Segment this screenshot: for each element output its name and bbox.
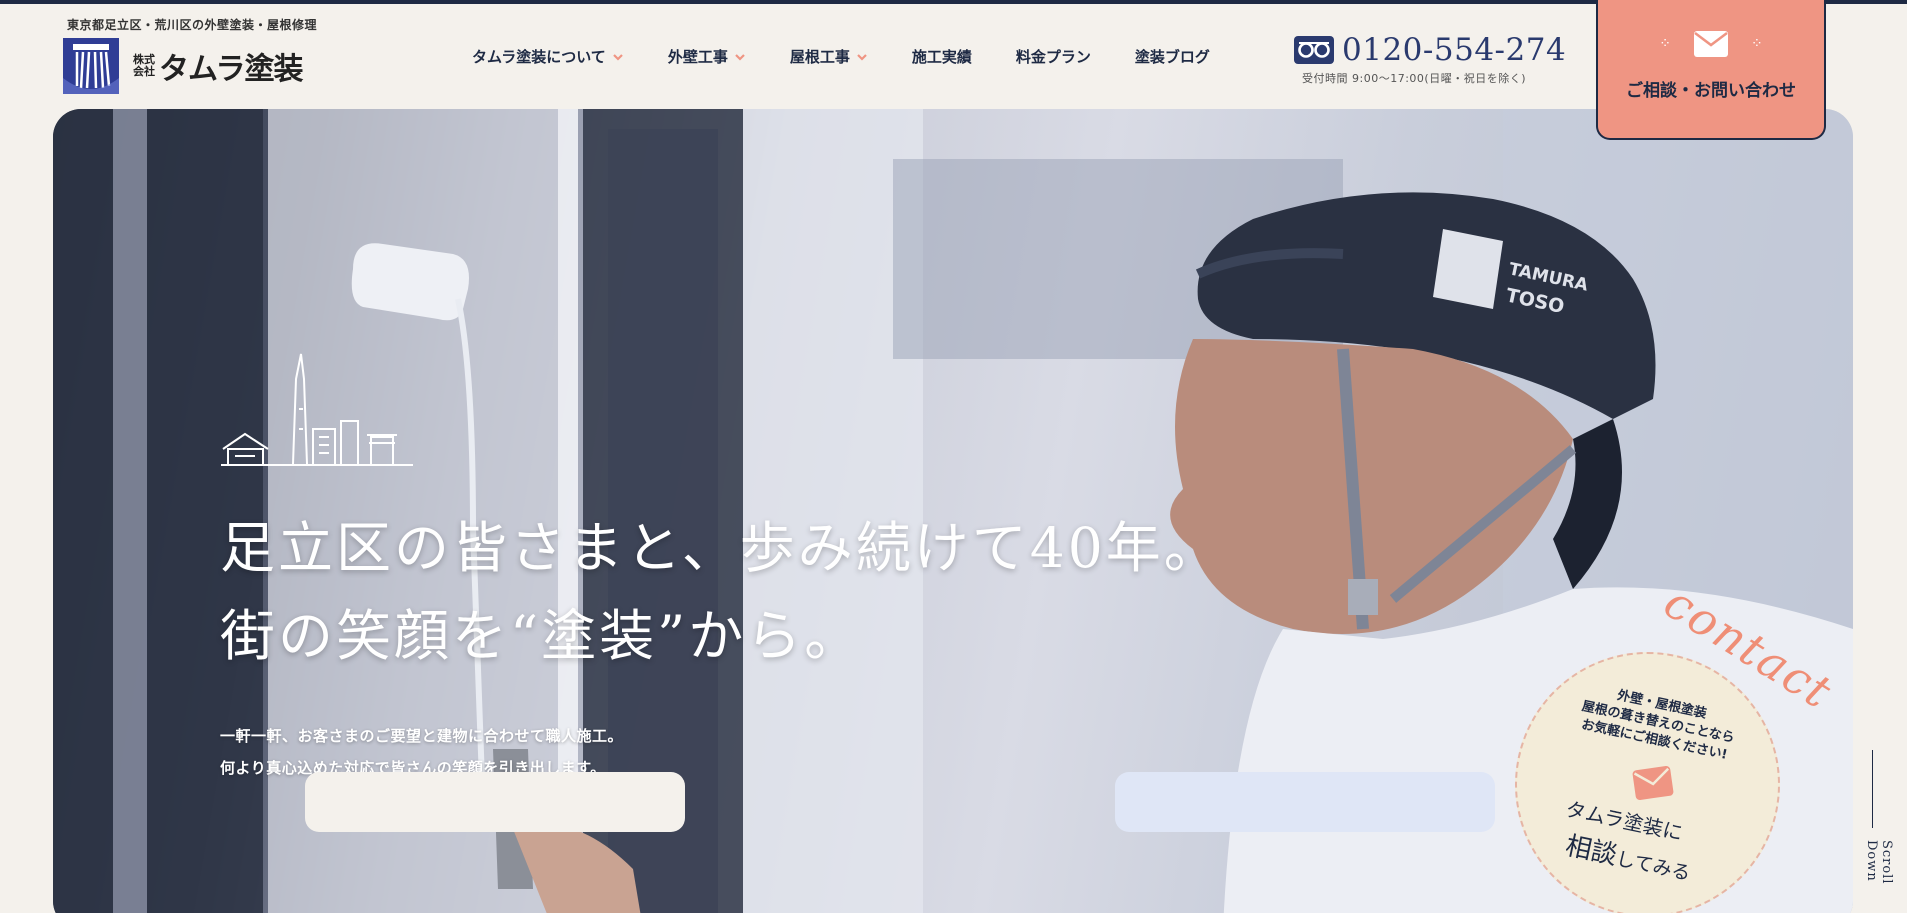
hero-headline-line1: 足立区の皆さまと、歩み続けて40年。: [220, 516, 1222, 580]
nav-item-about[interactable]: タムラ塗装について: [472, 46, 624, 67]
hero-headline-line2: 街の笑顔を“塗装”から。: [220, 604, 863, 668]
chevron-down-icon: [613, 53, 623, 61]
mail-icon: [1694, 30, 1728, 57]
site-logo[interactable]: 株式会社 タムラ塗装: [63, 38, 303, 94]
hero-copy: 足立区の皆さまと、歩み続けて40年。 街の笑顔を“塗装”から。 一軒一軒、お客さ…: [220, 504, 1222, 784]
phone-contact[interactable]: 0120-554-274 受付時間 9:00〜17:00(日曜・祝日を除く): [1294, 32, 1566, 86]
sparkle-icon: ⁘: [1659, 35, 1671, 52]
nav-item-label: 外壁工事: [667, 48, 728, 66]
header-tagline: 東京都足立区・荒川区の外壁塗装・屋根修理: [67, 18, 318, 32]
hero-sub-line1: 一軒一軒、お客さまのご要望と建物に合わせて職人施工。: [220, 727, 624, 745]
contact-button-label: ご相談・お問い合わせ: [1626, 80, 1796, 101]
chevron-down-icon: [857, 53, 867, 61]
feature-card-1[interactable]: [305, 772, 685, 832]
nav-item-label: 塗装ブログ: [1134, 48, 1210, 66]
scroll-label: Scroll Down: [1864, 840, 1894, 885]
sparkle-icon: ⁘: [1751, 35, 1763, 52]
scroll-line: [1872, 750, 1873, 828]
nav-item-label: 料金プラン: [1015, 48, 1091, 66]
nav-item-label: 施工実績: [911, 48, 972, 66]
mail-icon: [1632, 766, 1674, 800]
scroll-indicator[interactable]: Scroll Down: [1864, 750, 1902, 913]
phone-number: 0120-554-274: [1342, 32, 1567, 68]
nav-item-roof[interactable]: 屋根工事: [790, 46, 868, 67]
main-nav: タムラ塗装について 外壁工事 屋根工事 施工実績 料金プラン 塗装ブログ: [472, 46, 1254, 67]
logo-kabushiki: 株式会社: [133, 53, 155, 78]
logo-name: タムラ塗装: [159, 52, 303, 87]
nav-item-exterior[interactable]: 外壁工事: [668, 46, 746, 67]
nav-item-blog[interactable]: 塗装ブログ: [1135, 46, 1210, 67]
nav-item-pricing[interactable]: 料金プラン: [1016, 46, 1091, 67]
nav-item-works[interactable]: 施工実績: [912, 46, 972, 67]
logo-mark-icon: [63, 38, 119, 94]
chevron-down-icon: [735, 53, 745, 61]
free-dial-icon: [1294, 36, 1334, 64]
nav-item-label: 屋根工事: [789, 48, 850, 66]
nav-item-label: タムラ塗装について: [472, 48, 606, 66]
phone-hours: 受付時間 9:00〜17:00(日曜・祝日を除く): [1302, 72, 1526, 85]
contact-button[interactable]: ⁘ ⁘ ご相談・お問い合わせ: [1596, 0, 1826, 140]
feature-card-2[interactable]: [1115, 772, 1495, 832]
